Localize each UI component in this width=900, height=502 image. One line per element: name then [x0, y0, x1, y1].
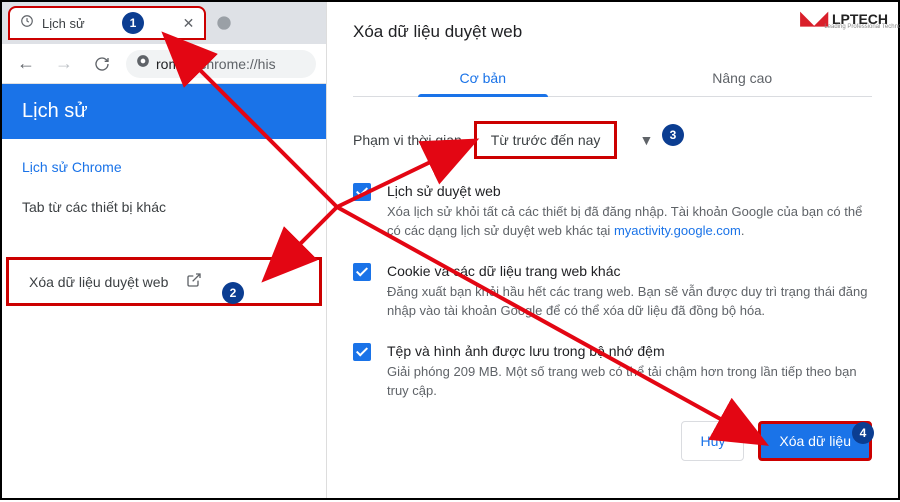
clear-data-label: Xóa dữ liệu duyệt web	[29, 274, 168, 290]
opt-cookies-title: Cookie và các dữ liệu trang web khác	[387, 261, 872, 281]
checkbox-history[interactable]	[353, 183, 371, 201]
browser-toolbar: ← → rome | chrome://his	[2, 44, 326, 84]
time-range-row: Phạm vi thời gian Từ trước đến nay ▼	[353, 121, 872, 159]
time-range-label: Phạm vi thời gian	[353, 132, 462, 148]
reload-button[interactable]	[88, 50, 116, 78]
dialog-tabs: Cơ bản Nâng cao	[353, 60, 872, 97]
opt-cache-desc: Giải phóng 209 MB. Một số trang web có t…	[387, 364, 857, 398]
sidebar-item-chrome-history[interactable]: Lịch sử Chrome	[2, 147, 326, 187]
tab-advanced[interactable]: Nâng cao	[613, 60, 873, 96]
new-tab-button[interactable]	[210, 9, 238, 37]
url-text: rome | chrome://his	[156, 56, 276, 72]
history-sidebar: Lịch sử Chrome Tab từ các thiết bị khác …	[2, 139, 326, 316]
checkbox-cache[interactable]	[353, 343, 371, 361]
forward-button[interactable]: →	[50, 50, 78, 78]
logo-subtitle: Leading Professional Technology	[824, 24, 900, 30]
tab-title: Lịch sử	[42, 16, 85, 31]
myactivity-link[interactable]: myactivity.google.com	[614, 223, 741, 238]
step-badge-3: 3	[662, 124, 684, 146]
chrome-window-left: Lịch sử ✕ ← → rome | chrome://his Lịch s…	[2, 2, 327, 498]
opt-history-desc: Xóa lịch sử khỏi tất cả các thiết bị đã …	[387, 204, 862, 238]
option-cache: Tệp và hình ảnh được lưu trong bộ nhớ đệ…	[353, 341, 872, 401]
lptech-logo: ◣◢ LPTECH Leading Professional Technolog…	[800, 8, 888, 29]
opt-cache-title: Tệp và hình ảnh được lưu trong bộ nhớ đệ…	[387, 341, 872, 361]
tab-strip: Lịch sử ✕	[2, 2, 326, 44]
tab-basic[interactable]: Cơ bản	[353, 60, 613, 96]
back-button[interactable]: ←	[12, 50, 40, 78]
time-range-value: Từ trước đến nay	[491, 132, 601, 148]
sidebar-item-other-devices[interactable]: Tab từ các thiết bị khác	[2, 187, 326, 227]
dialog-title: Xóa dữ liệu duyệt web	[353, 22, 872, 42]
step-badge-1: 1	[122, 12, 144, 34]
open-external-icon	[186, 272, 202, 291]
option-browsing-history: Lịch sử duyệt web Xóa lịch sử khỏi tất c…	[353, 181, 872, 241]
time-range-dropdown[interactable]: Từ trước đến nay	[474, 121, 618, 159]
dialog-actions: Hủy Xóa dữ liệu	[353, 421, 872, 461]
step-badge-4: 4	[852, 422, 874, 444]
sidebar-item-clear-data[interactable]: Xóa dữ liệu duyệt web	[6, 257, 322, 306]
chevron-down-icon[interactable]: ▼	[639, 132, 653, 148]
address-bar[interactable]: rome | chrome://his	[126, 50, 316, 78]
option-cookies: Cookie và các dữ liệu trang web khác Đăn…	[353, 261, 872, 321]
cancel-button[interactable]: Hủy	[681, 421, 744, 461]
checkbox-cookies[interactable]	[353, 263, 371, 281]
chrome-icon	[136, 54, 150, 73]
browser-tab-history[interactable]: Lịch sử ✕	[8, 6, 206, 40]
page-title: Lịch sử	[2, 84, 326, 139]
opt-cookies-desc: Đăng xuất bạn khỏi hầu hết các trang web…	[387, 284, 867, 318]
step-badge-2: 2	[222, 282, 244, 304]
clear-data-dialog: Xóa dữ liệu duyệt web Cơ bản Nâng cao Ph…	[327, 2, 898, 498]
opt-history-title: Lịch sử duyệt web	[387, 181, 872, 201]
close-tab-icon[interactable]: ✕	[183, 15, 195, 32]
history-icon	[20, 14, 34, 33]
